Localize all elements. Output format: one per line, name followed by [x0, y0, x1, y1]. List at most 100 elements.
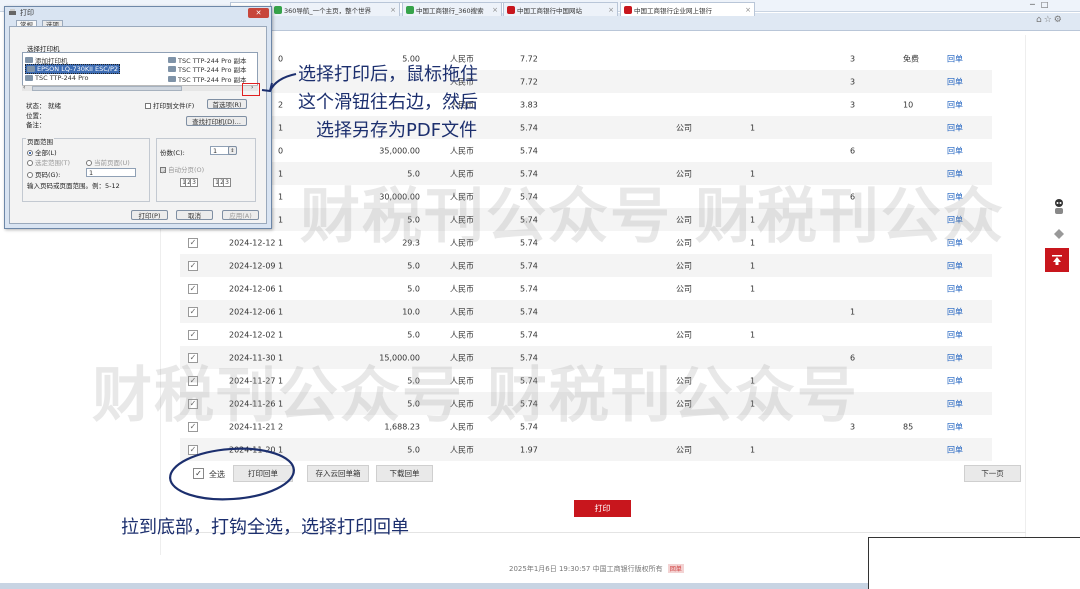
- receipt-link[interactable]: 回单: [947, 421, 963, 432]
- row-account: 1: [750, 284, 756, 293]
- range-current-option[interactable]: 当前页面(U): [86, 157, 130, 167]
- receipt-link[interactable]: 回单: [947, 306, 963, 317]
- radio[interactable]: [27, 172, 33, 178]
- printer-list-scrollbar[interactable]: ‹ ›: [22, 84, 258, 91]
- row-checkbox[interactable]: ✓: [188, 237, 198, 248]
- tab-360-search[interactable]: 中国工商银行_360搜索 ×: [402, 2, 502, 16]
- robot-assistant-icon[interactable]: [1052, 198, 1066, 216]
- print-to-file-checkbox[interactable]: [145, 103, 151, 109]
- radio[interactable]: [27, 160, 33, 166]
- row-currency: 人民币: [450, 146, 474, 155]
- pages-input[interactable]: 1: [86, 168, 136, 177]
- close-icon: ✕: [255, 9, 262, 17]
- row-amount: 5.0: [407, 215, 420, 224]
- row-checkbox[interactable]: ✓: [188, 329, 198, 340]
- row-balance: 5.74: [520, 238, 538, 247]
- row-checkbox[interactable]: ✓: [188, 306, 198, 317]
- printer-item-tsc-copy[interactable]: TSC TTP-244 Pro 副本: [168, 64, 247, 74]
- dialog-apply-button[interactable]: 应用(A): [222, 210, 259, 220]
- receipt-link[interactable]: 回单: [947, 260, 963, 271]
- row-checkbox[interactable]: ✓: [188, 398, 198, 409]
- row-balance: 1.97: [520, 445, 538, 454]
- maximize-icon[interactable]: □: [1041, 0, 1049, 9]
- radio[interactable]: [86, 160, 92, 166]
- row-amount: 1,688.23: [384, 422, 420, 431]
- row-amount: 5.0: [407, 399, 420, 408]
- receipt-link[interactable]: 回单: [947, 53, 963, 64]
- scan-icon[interactable]: [1052, 228, 1066, 240]
- dialog-title-bar: 打印: [8, 8, 34, 18]
- home-star-gear-icon[interactable]: ⌂☆⚙: [1036, 15, 1064, 25]
- row-checkbox[interactable]: ✓: [188, 421, 198, 432]
- row-entity: 公司: [676, 123, 692, 132]
- printer-item-epson[interactable]: EPSON LQ-730KII ESC/P2: [25, 64, 121, 74]
- table-row: 1 5.0 人民币 5.74 公司 1 回单: [180, 162, 992, 185]
- receipt-link[interactable]: 回单: [947, 398, 963, 409]
- print-receipt-button[interactable]: 打印回单: [233, 465, 293, 482]
- collate-checkbox[interactable]: ✓: [160, 167, 166, 176]
- printer-item-tsc[interactable]: TSC TTP-244 Pro: [25, 74, 88, 82]
- row-amount: 30,000.00: [379, 192, 420, 201]
- row-entity: 公司: [676, 284, 692, 293]
- scroll-arrow-highlight: [242, 83, 260, 96]
- collate-option[interactable]: ✓ 自动分页(O): [160, 164, 204, 176]
- taskbar: [0, 583, 868, 589]
- close-icon[interactable]: ×: [745, 6, 751, 14]
- annotation-text: 这个滑钮往右边，然后: [298, 92, 478, 113]
- copies-stepper[interactable]: ⇕: [228, 146, 237, 155]
- find-printer-button[interactable]: 查找打印机(D)...: [186, 116, 247, 126]
- close-icon[interactable]: ×: [608, 6, 614, 14]
- dialog-close-button[interactable]: ✕: [248, 8, 269, 18]
- download-receipt-button[interactable]: 下载回单: [376, 465, 433, 482]
- tab-icbc-china[interactable]: 中国工商银行中国网站 ×: [503, 2, 618, 16]
- printer-item-tsc-copy[interactable]: TSC TTP-244 Pro 副本: [168, 74, 247, 84]
- row-account-2: 3: [850, 77, 856, 86]
- tab-360-home[interactable]: 360导航_一个主页，整个世界 ×: [270, 2, 400, 16]
- dialog-print-button[interactable]: 打印(P): [131, 210, 168, 220]
- row-balance: 3.83: [520, 100, 538, 109]
- save-cloud-receipt-button[interactable]: 存入云回单箱: [307, 465, 369, 482]
- receipt-link[interactable]: 回单: [947, 168, 963, 179]
- printer-icon: [25, 75, 33, 81]
- receipt-link[interactable]: 回单: [947, 76, 963, 87]
- row-checkbox[interactable]: ✓: [188, 444, 198, 455]
- row-checkbox[interactable]: ✓: [188, 283, 198, 294]
- chevron-left-icon[interactable]: ‹: [23, 84, 25, 91]
- row-account: 1: [750, 169, 756, 178]
- range-selection-option[interactable]: 选定范围(T): [27, 157, 70, 167]
- tab-icbc-corporate-banking[interactable]: 中国工商银行企业网上银行 ×: [620, 2, 755, 16]
- row-checkbox[interactable]: ✓: [188, 352, 198, 363]
- receipt-link[interactable]: 回单: [947, 375, 963, 386]
- receipt-link[interactable]: 回单: [947, 283, 963, 294]
- receipt-link[interactable]: 回单: [947, 99, 963, 110]
- receipt-link[interactable]: 回单: [947, 122, 963, 133]
- range-all-option[interactable]: 全部(L): [27, 147, 57, 157]
- preferences-button[interactable]: 首选项(R): [207, 99, 247, 109]
- row-account: 1: [750, 261, 756, 270]
- row-checkbox[interactable]: ✓: [188, 375, 198, 386]
- receipt-link[interactable]: 回单: [947, 191, 963, 202]
- receipt-link[interactable]: 回单: [947, 214, 963, 225]
- scrollbar-thumb[interactable]: [32, 86, 182, 91]
- row-entity: 公司: [676, 238, 692, 247]
- row-balance: 5.74: [520, 169, 538, 178]
- printer-icon: [168, 66, 176, 72]
- row-sequence: 1: [278, 169, 284, 178]
- select-all-checkbox[interactable]: ✓: [193, 468, 204, 479]
- print-to-file-option[interactable]: 打印到文件(F): [145, 100, 194, 110]
- dialog-cancel-button[interactable]: 取消: [176, 210, 213, 220]
- row-checkbox[interactable]: ✓: [188, 260, 198, 271]
- back-to-top-button[interactable]: [1045, 248, 1069, 272]
- close-icon[interactable]: ×: [390, 6, 396, 14]
- next-page-button[interactable]: 下一页: [964, 465, 1021, 482]
- receipt-link[interactable]: 回单: [947, 352, 963, 363]
- receipt-link[interactable]: 回单: [947, 237, 963, 248]
- receipt-link[interactable]: 回单: [947, 145, 963, 156]
- radio-selected[interactable]: [27, 150, 33, 156]
- print-button[interactable]: 打印: [574, 500, 631, 517]
- minimize-icon[interactable]: ─: [1030, 0, 1035, 9]
- receipt-link[interactable]: 回单: [947, 444, 963, 455]
- close-icon[interactable]: ×: [492, 6, 498, 14]
- receipt-link[interactable]: 回单: [947, 329, 963, 340]
- range-pages-option[interactable]: 页码(G):: [27, 169, 60, 179]
